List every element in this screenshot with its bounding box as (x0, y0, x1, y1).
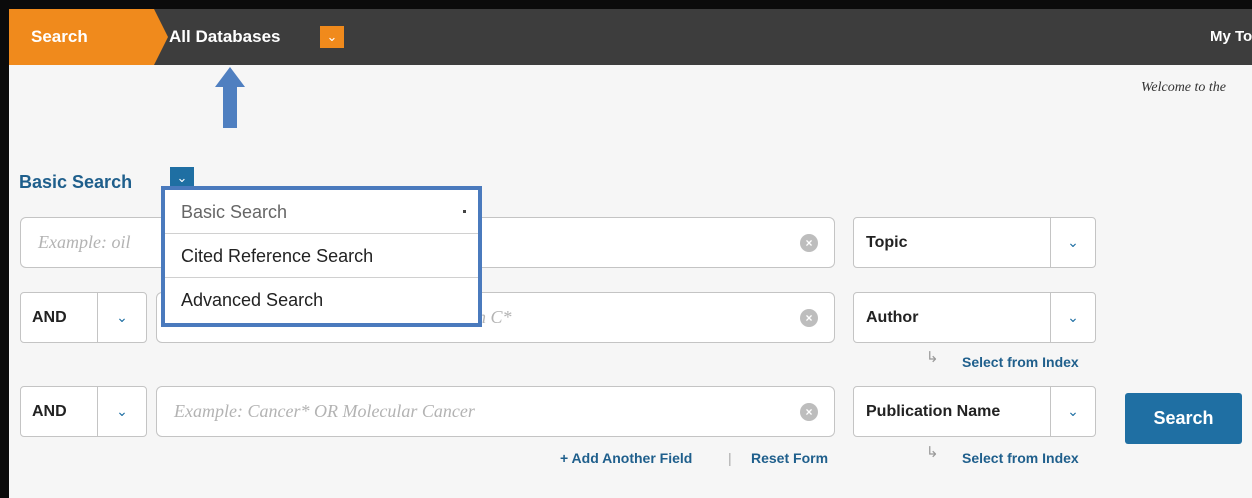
boolean-operator-select-2[interactable]: AND ⌄ (20, 292, 147, 343)
field-select-topic[interactable]: Topic ⌄ (853, 217, 1096, 268)
menu-item-label: Cited Reference Search (181, 246, 374, 266)
chevron-down-icon[interactable]: ⌄ (98, 387, 146, 436)
chevron-down-icon[interactable]: ⌄ (98, 293, 146, 342)
top-navigation-bar: Search All Databases ⌄ My Tools (9, 9, 1252, 65)
field-select-author[interactable]: Author ⌄ (853, 292, 1096, 343)
page: Search All Databases ⌄ My Tools Welcome … (9, 9, 1252, 498)
menu-item-cited-reference-search[interactable]: Cited Reference Search (165, 234, 478, 278)
chevron-down-icon[interactable]: ⌄ (1051, 387, 1095, 436)
all-databases-label[interactable]: All Databases (169, 9, 281, 65)
clear-input-icon[interactable]: × (800, 309, 818, 327)
reset-form-link[interactable]: Reset Form (751, 450, 828, 466)
search-input-3-placeholder: Example: Cancer* OR Molecular Cancer (174, 401, 475, 421)
menu-item-basic-search[interactable]: Basic Search (165, 190, 478, 234)
welcome-text: Welcome to the (1141, 80, 1227, 95)
menu-item-label: Basic Search (181, 202, 288, 222)
chevron-down-icon[interactable]: ⌄ (1051, 218, 1095, 267)
search-input-2-placeholder: n C* (477, 307, 512, 327)
arrow-return-icon: ↳ (926, 349, 939, 366)
search-tab-arrow (154, 9, 168, 65)
selected-indicator-icon (463, 210, 466, 213)
menu-item-label: Advanced Search (181, 290, 324, 310)
field-select-label: Topic (866, 234, 908, 251)
link-separator: | (728, 450, 732, 466)
select-from-index-link-3[interactable]: Select from Index (962, 450, 1079, 466)
clear-input-icon[interactable]: × (800, 403, 818, 421)
operator-label: AND (32, 309, 67, 326)
search-input-3[interactable]: Example: Cancer* OR Molecular Cancer × (156, 386, 835, 437)
annotation-arrow-shaft (223, 86, 237, 128)
clear-input-icon[interactable]: × (800, 234, 818, 252)
field-select-label: Publication Name (866, 403, 1001, 420)
field-select-label: Author (866, 309, 919, 326)
operator-label: AND (32, 403, 67, 420)
search-input-1-placeholder: Example: oil (38, 232, 131, 252)
search-type-dropdown-menu: Basic Search Cited Reference Search Adva… (161, 186, 482, 327)
boolean-operator-select-3[interactable]: AND ⌄ (20, 386, 147, 437)
database-chevron-down-icon[interactable]: ⌄ (320, 26, 344, 48)
annotation-arrow-up-icon (215, 67, 245, 87)
my-tools-link[interactable]: My Tools (1210, 9, 1252, 65)
basic-search-title: Basic Search (19, 172, 133, 192)
arrow-return-icon: ↳ (926, 444, 939, 461)
search-tab[interactable]: Search (9, 9, 154, 65)
select-from-index-link-2[interactable]: Select from Index (962, 354, 1079, 370)
menu-item-advanced-search[interactable]: Advanced Search (165, 278, 478, 322)
search-button[interactable]: Search (1125, 393, 1242, 444)
chevron-down-icon[interactable]: ⌄ (1051, 293, 1095, 342)
field-select-publication-name[interactable]: Publication Name ⌄ (853, 386, 1096, 437)
add-another-field-link[interactable]: + Add Another Field (560, 450, 692, 466)
